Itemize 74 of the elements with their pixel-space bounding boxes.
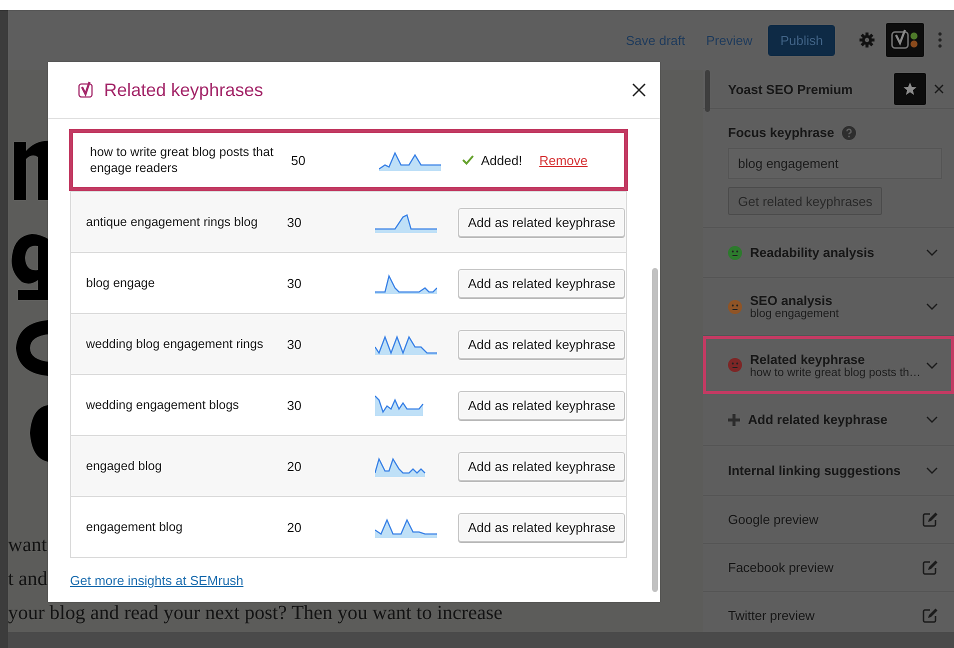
- section-title: Readability analysis: [750, 245, 876, 260]
- section-title: Related keyphrase: [750, 352, 866, 366]
- plugin-logo-icon: [78, 81, 94, 99]
- search-volume-text: 30: [287, 214, 302, 230]
- add-keyphrase-button[interactable]: Add as related keyphrase: [458, 512, 626, 542]
- focus-keyphrase-label: Focus keyphrase: [728, 125, 834, 140]
- added-status-text: Added!: [481, 152, 522, 168]
- chevron-down-icon[interactable]: [926, 303, 938, 310]
- star-icon: [903, 82, 917, 96]
- sidebar-section[interactable]: Google preview: [703, 496, 954, 544]
- trend-sparkline: [375, 211, 437, 233]
- scrollbar[interactable]: [652, 268, 658, 592]
- search-volume-text: 20: [287, 520, 302, 534]
- sidebar-section[interactable]: Readability analysis: [703, 228, 954, 278]
- save-draft-link[interactable]: Save draft: [626, 32, 686, 48]
- keyphrase-text: antique engagement rings blog: [85, 214, 259, 230]
- chevron-down-icon[interactable]: [926, 416, 938, 423]
- trend-sparkline: [379, 149, 441, 171]
- section-title: Facebook preview: [728, 560, 834, 575]
- settings-icon[interactable]: [859, 32, 875, 48]
- keyphrase-text: wedding engagement blogs: [85, 397, 240, 413]
- search-volume-text: 30: [287, 336, 302, 352]
- remove-link[interactable]: Remove: [539, 152, 588, 168]
- sidebar-section[interactable]: Internal linking suggestions: [703, 446, 954, 496]
- highlighted-section[interactable]: Related keyphrase how to write great blog posts th…: [703, 336, 954, 394]
- keyphrase-text: wedding blog engagement rings: [85, 336, 264, 352]
- keyphrase-text: blog engage: [85, 275, 156, 291]
- post-paragraph-text: t and: [8, 567, 48, 592]
- sidebar-section[interactable]: Facebook preview: [703, 544, 954, 592]
- add-keyphrase-button[interactable]: Add as related keyphrase: [458, 208, 626, 236]
- publish-button[interactable]: Publish: [768, 24, 835, 56]
- section-subtitle: how to write great blog posts th…: [750, 366, 922, 378]
- chevron-down-icon[interactable]: [926, 467, 938, 474]
- edit-icon[interactable]: [922, 560, 938, 576]
- trend-sparkline: [375, 516, 437, 538]
- plus-icon: [728, 414, 740, 426]
- section-subtitle: blog engagement: [750, 308, 840, 320]
- section-title: Internal linking suggestions: [728, 463, 902, 478]
- keyphrase-text: how to write great blog posts that engage readers: [89, 144, 274, 176]
- keyphrase-text: engagement blog: [85, 519, 184, 535]
- sidebar-title: Yoast SEO Premium: [728, 82, 854, 96]
- post-paragraph-text: your blog and read your next post? Then you want to increase: [8, 601, 502, 626]
- star-button[interactable]: [894, 73, 926, 105]
- scrollbar[interactable]: [705, 70, 710, 112]
- post-paragraph-text: want: [8, 533, 47, 558]
- section-title: Twitter preview: [728, 608, 816, 623]
- search-volume-text: 30: [287, 398, 302, 412]
- chevron-down-icon[interactable]: [926, 249, 938, 256]
- plugin-logo-icon[interactable]: [886, 23, 924, 57]
- focus-keyphrase-field[interactable]: blog engagement: [728, 148, 942, 179]
- chevron-down-icon[interactable]: [926, 362, 938, 368]
- trend-sparkline: [375, 272, 437, 294]
- sidebar-section[interactable]: SEO analysis blog engagement: [703, 278, 954, 336]
- add-keyphrase-button[interactable]: Add as related keyphrase: [458, 268, 626, 298]
- preview-link[interactable]: Preview: [706, 32, 752, 48]
- help-icon[interactable]: [842, 126, 856, 140]
- sidebar-section[interactable]: Add related keyphrase: [703, 394, 954, 446]
- section-title: SEO analysis: [750, 293, 834, 308]
- keyphrase-text: engaged blog: [85, 458, 163, 474]
- dialog-title: Related keyphrases: [104, 80, 264, 100]
- search-volume-text: 50: [291, 152, 306, 168]
- add-keyphrase-button[interactable]: Add as related keyphrase: [458, 452, 626, 480]
- section-title: Add related keyphrase: [748, 412, 888, 427]
- add-keyphrase-button[interactable]: Add as related keyphrase: [458, 390, 626, 420]
- close-icon[interactable]: [632, 83, 646, 97]
- search-volume-text: 30: [287, 276, 302, 290]
- search-volume-text: 20: [287, 458, 302, 474]
- edit-icon[interactable]: [922, 608, 938, 624]
- add-keyphrase-button[interactable]: Add as related keyphrase: [458, 330, 626, 358]
- more-options-icon[interactable]: [938, 32, 942, 48]
- section-title: Google preview: [728, 512, 820, 527]
- semrush-link[interactable]: Get more insights at SEMrush: [70, 573, 244, 588]
- trend-sparkline: [375, 333, 437, 355]
- edit-icon[interactable]: [922, 512, 938, 528]
